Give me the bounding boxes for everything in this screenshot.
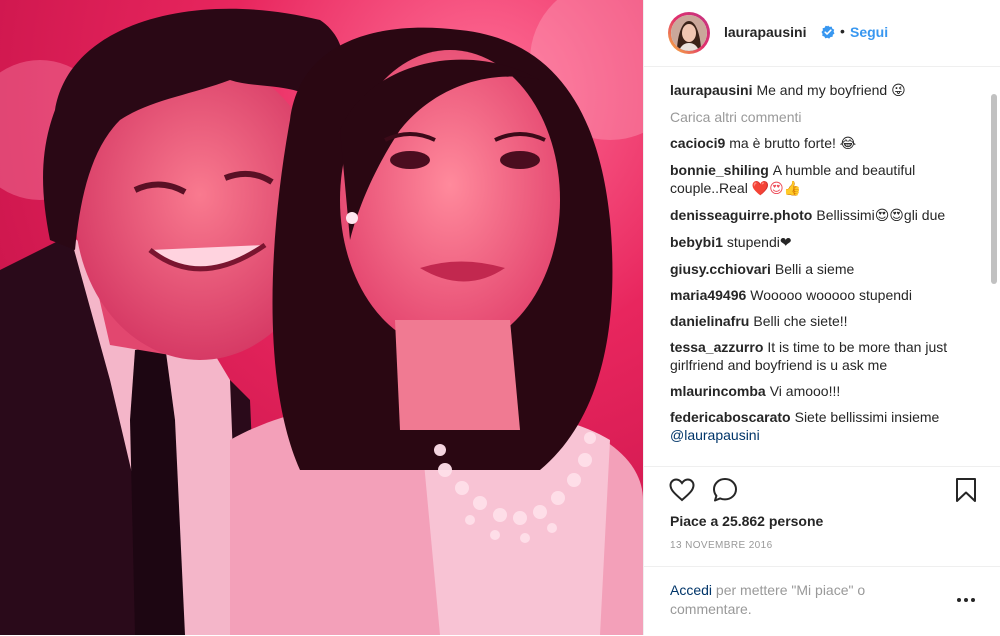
comment-username[interactable]: giusy.cchiovari bbox=[670, 261, 771, 277]
comment-text: Bellissimi bbox=[816, 207, 875, 223]
comment-emoji: ❤ bbox=[779, 235, 792, 251]
separator-dot: • bbox=[840, 23, 845, 39]
comment-username[interactable]: bebybi1 bbox=[670, 234, 723, 250]
comment-item: giusy.cchiovari Belli a sieme bbox=[670, 260, 970, 278]
comment-emoji: ❤️😍👍 bbox=[751, 181, 802, 197]
comment-emoji: 😂 bbox=[839, 136, 857, 152]
comment-item: danielinafru Belli che siete!! bbox=[670, 312, 970, 330]
load-more-comments-button[interactable]: Carica altri commenti bbox=[670, 108, 970, 126]
comment-username[interactable]: danielinafru bbox=[670, 313, 749, 329]
comment-item: bonnie_shiling A humble and beautiful cou… bbox=[670, 161, 970, 198]
comment-username[interactable]: denisseaguirre.photo bbox=[670, 207, 812, 223]
comments-scrollbar[interactable] bbox=[990, 66, 998, 466]
comment-username[interactable]: mlaurincomba bbox=[670, 383, 766, 399]
bookmark-icon[interactable] bbox=[955, 477, 977, 503]
login-link[interactable]: Accedi bbox=[670, 582, 712, 598]
avatar-image bbox=[671, 15, 707, 51]
avatar[interactable] bbox=[668, 12, 710, 54]
comment-mention[interactable]: @laurapausini bbox=[670, 427, 760, 443]
caption: laurapausini Me and my boyfriend 😜 bbox=[670, 81, 970, 100]
comment-emoji: 😍😍 bbox=[874, 208, 904, 224]
post-header: laurapausini • Segui bbox=[644, 0, 1000, 67]
comment-text: ma è brutto forte! bbox=[729, 135, 836, 151]
comment-text: stupendi bbox=[726, 234, 780, 250]
comment-item: maria49496 Wooooo wooooo stupendi bbox=[670, 286, 970, 304]
comment-username[interactable]: maria49496 bbox=[670, 287, 746, 303]
comment-item: bebybi1 stupendi❤ bbox=[670, 233, 970, 252]
likes-count[interactable]: Piace a 25.862 persone bbox=[670, 513, 823, 529]
comment-text: Belli che siete!! bbox=[753, 313, 848, 329]
caption-text: Me and my boyfriend bbox=[756, 82, 888, 98]
comment-item: denisseaguirre.photo Bellissimi😍😍gli due bbox=[670, 206, 970, 225]
post-side-panel: laurapausini • Segui laurapausini Me and … bbox=[644, 0, 1000, 635]
post-photo[interactable] bbox=[0, 0, 643, 635]
comments-list[interactable]: laurapausini Me and my boyfriend 😜 Carica… bbox=[670, 81, 970, 466]
caption-username[interactable]: laurapausini bbox=[670, 82, 752, 98]
comment-username[interactable]: federicaboscarato bbox=[670, 409, 791, 425]
heart-outline-icon[interactable] bbox=[669, 478, 695, 502]
comment-text: Siete bellissimi insieme bbox=[794, 409, 940, 425]
post-username[interactable]: laurapausini bbox=[724, 24, 806, 40]
ellipsis-icon[interactable] bbox=[956, 595, 976, 605]
comment-text: Vi amooo!!! bbox=[769, 383, 841, 399]
comment-text: Wooooo wooooo stupendi bbox=[750, 287, 912, 303]
comment-text: Belli a sieme bbox=[774, 261, 855, 277]
comment-text-continued: gli due bbox=[903, 207, 946, 223]
scrollbar-thumb[interactable] bbox=[991, 94, 997, 284]
follow-button[interactable]: Segui bbox=[850, 24, 888, 40]
comment-item: tessa_azzurro It is time to be more than … bbox=[670, 338, 970, 374]
post-image bbox=[0, 0, 643, 635]
post-date: 13 NOVEMBRE 2016 bbox=[670, 540, 773, 551]
speech-bubble-icon[interactable] bbox=[712, 477, 738, 503]
comment-item: mlaurincomba Vi amooo!!! bbox=[670, 382, 970, 400]
caption-emoji: 😜 bbox=[891, 83, 906, 99]
verified-badge-icon bbox=[821, 25, 835, 39]
comment-username[interactable]: cacioci9 bbox=[670, 135, 725, 151]
comment-username[interactable]: tessa_azzurro bbox=[670, 339, 763, 355]
comment-item: federicaboscarato Siete bellissimi insiem… bbox=[670, 408, 970, 444]
login-prompt: Accedi per mettere "Mi piace" o commenta… bbox=[644, 566, 1000, 636]
login-prompt-text: Accedi per mettere "Mi piace" o commenta… bbox=[670, 581, 920, 619]
comment-username[interactable]: bonnie_shiling bbox=[670, 162, 769, 178]
comment-item: cacioci9 ma è brutto forte! 😂 bbox=[670, 134, 970, 153]
